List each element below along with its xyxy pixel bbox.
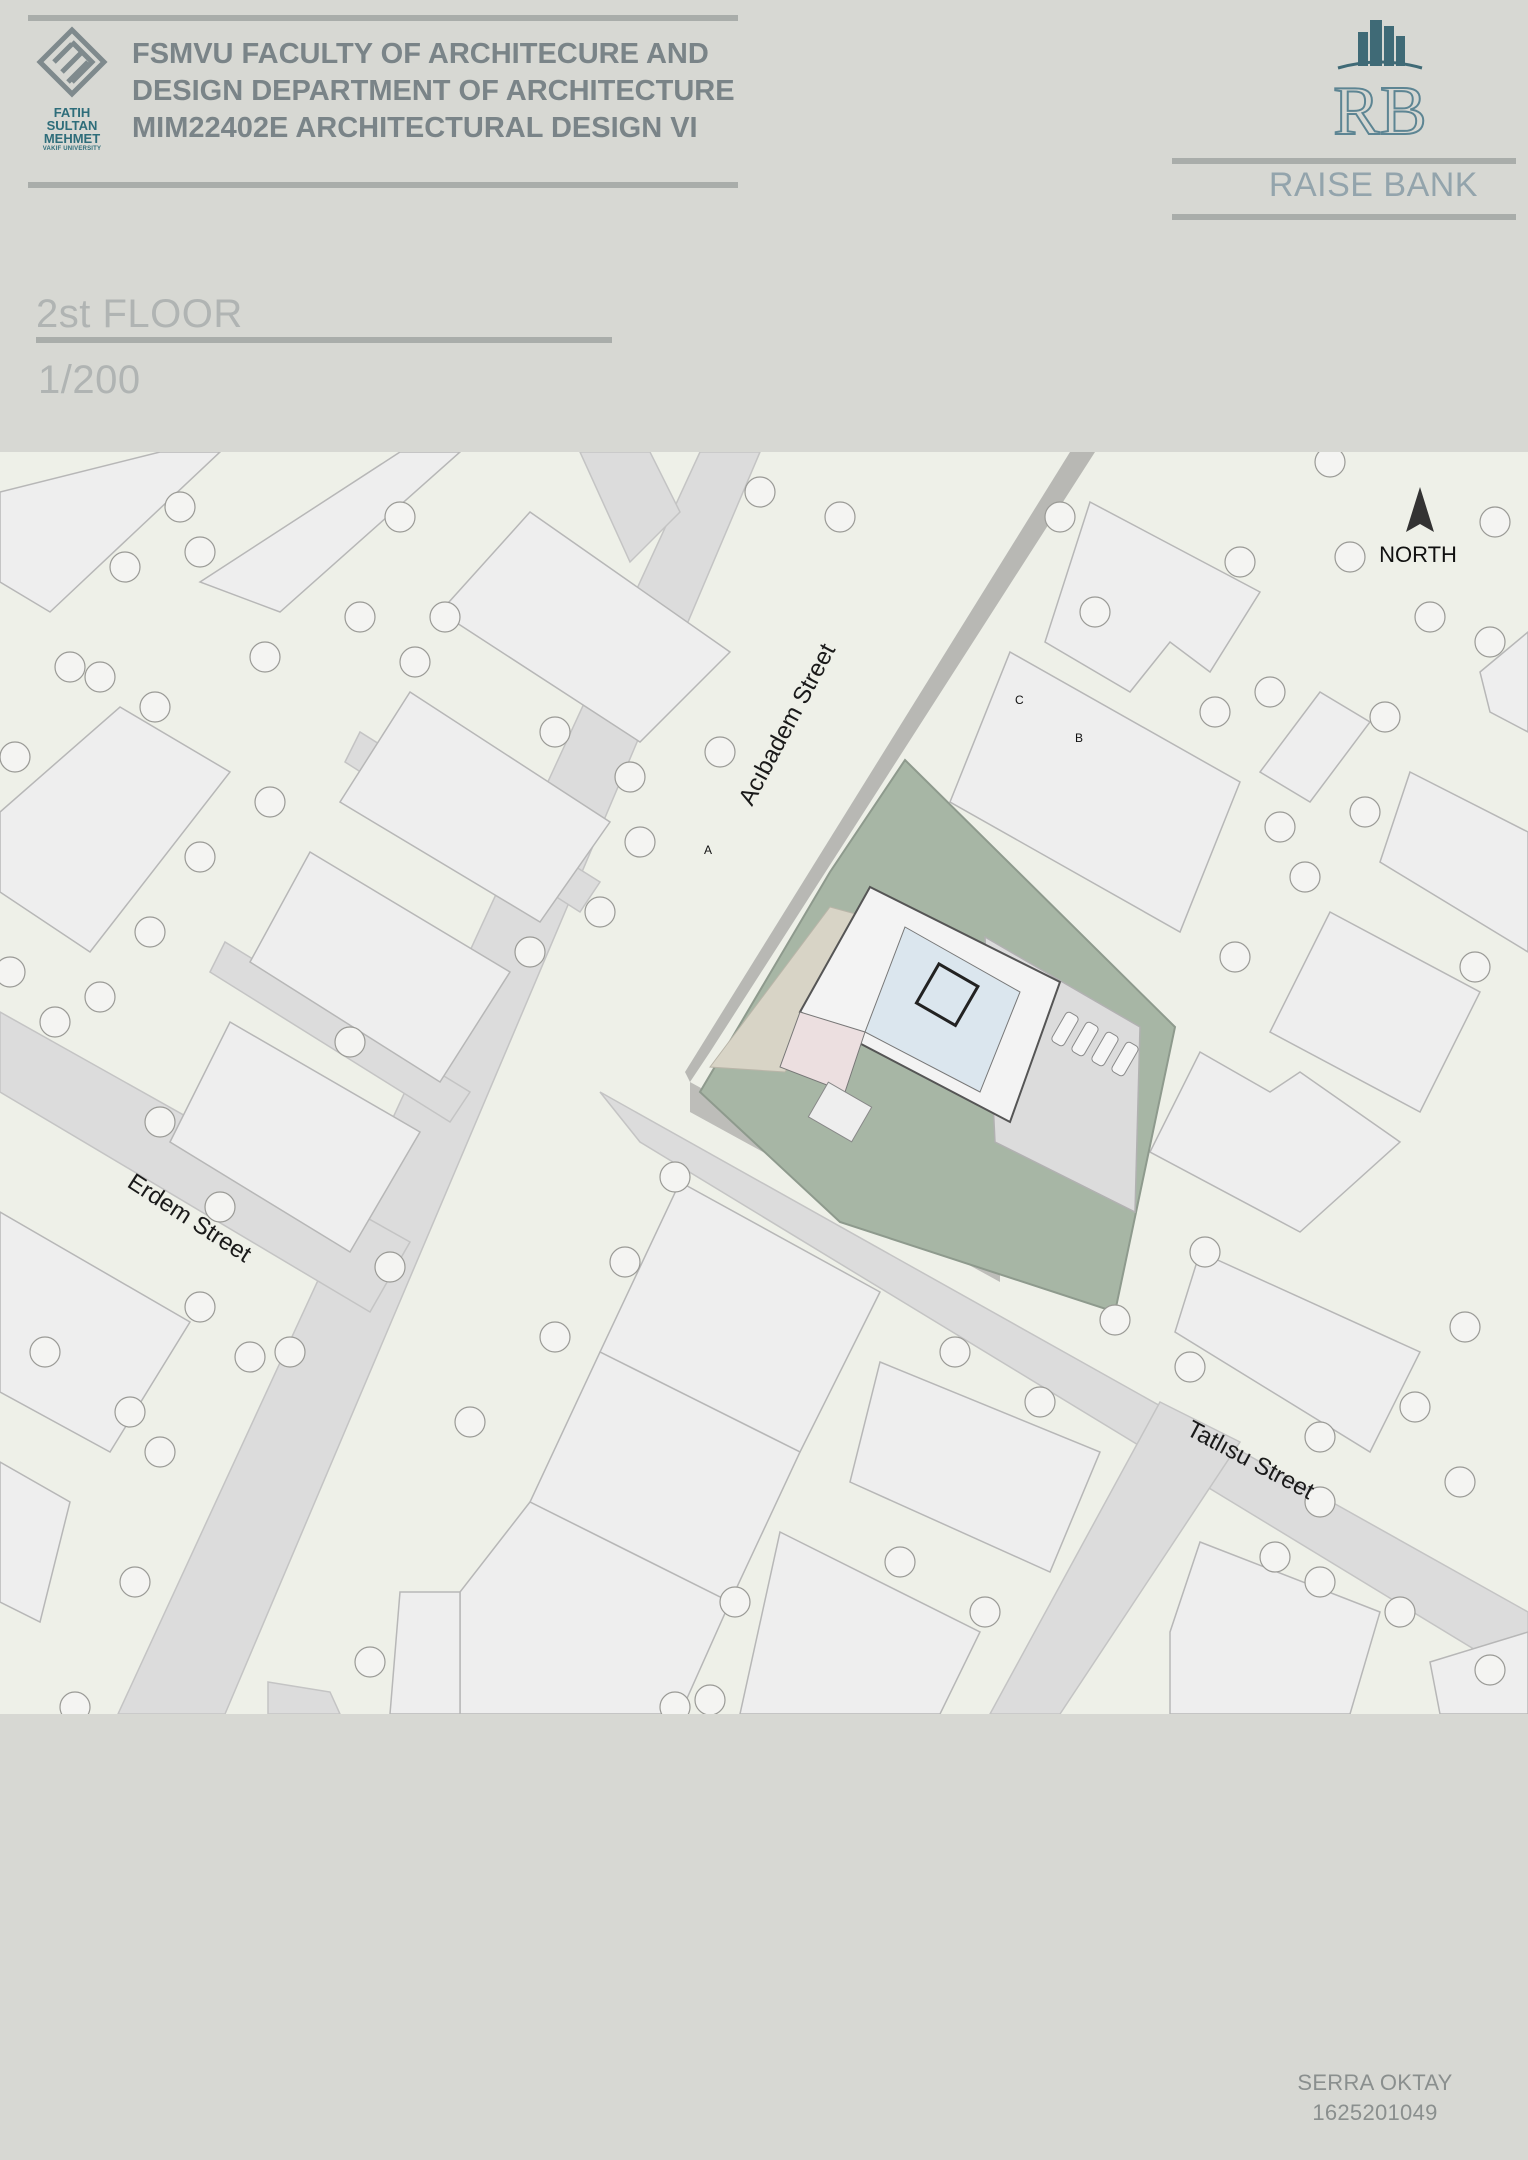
university-logo-subtext: VAKIF UNIVERSITY <box>42 146 102 152</box>
header-bottom-rule <box>28 182 738 188</box>
course-header: FSMVU FACULTY OF ARCHITECURE AND DESIGN … <box>132 36 735 147</box>
author-name: SERRA OKTAY <box>1297 2070 1453 2095</box>
section-mark-a: A <box>704 843 712 857</box>
header-top-rule <box>28 15 738 21</box>
street-label: Acıbadem Street <box>733 639 841 810</box>
site-plan: Acıbadem Street Erdem Street Tatlısu Str… <box>0 452 1528 1714</box>
author-student-id: 1625201049 <box>1312 2100 1438 2125</box>
section-mark-b: B <box>1075 731 1083 745</box>
drawing-scale: 1/200 <box>38 358 141 402</box>
road-stub <box>267 1681 341 1714</box>
building <box>1379 770 1528 953</box>
rb-monogram-skyline-icon: RB <box>1320 12 1440 151</box>
header-line-faculty: FSMVU FACULTY OF ARCHITECURE AND <box>132 38 709 70</box>
site-plan-drawing: Acıbadem Street Erdem Street Tatlısu Str… <box>0 452 1528 1714</box>
building <box>739 1530 981 1714</box>
building <box>0 1211 192 1453</box>
project-name: RAISE BANK <box>1268 166 1478 204</box>
section-mark-c: C <box>1015 693 1024 707</box>
university-logo-text: FATIH SULTAN MEHMET VAKIF UNIVERSITY <box>30 106 114 153</box>
brand-monogram: RB <box>1333 73 1426 147</box>
building <box>389 1591 461 1714</box>
building <box>0 452 222 613</box>
brand-top-rule <box>1172 158 1516 164</box>
floor-title-rule <box>36 337 612 343</box>
north-arrow-icon <box>1406 487 1434 532</box>
building <box>1258 691 1372 803</box>
author-block: SERRA OKTAY 1625201049 <box>1260 2068 1490 2128</box>
university-logo-line: MEHMET <box>43 131 101 146</box>
header-line-course: MIM22402E ARCHITECTURAL DESIGN VI <box>132 112 698 144</box>
building <box>0 706 232 954</box>
header-line-department: DESIGN DEPARTMENT OF ARCHITECTURE <box>132 75 735 107</box>
building <box>0 1461 71 1624</box>
building <box>1174 1250 1422 1454</box>
north-label: NORTH <box>1379 542 1457 567</box>
building <box>1044 500 1262 693</box>
building <box>198 452 462 613</box>
floor-title: 2st FLOOR <box>36 292 243 336</box>
brand-bottom-rule <box>1172 214 1516 220</box>
